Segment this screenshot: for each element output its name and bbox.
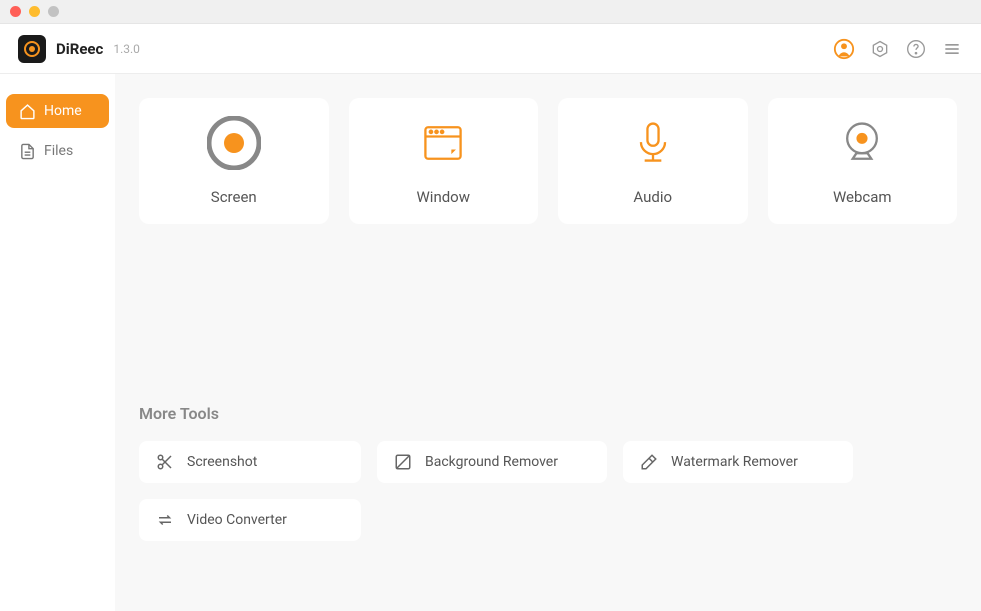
tool-label: Video Converter [187,512,287,528]
tool-video-converter[interactable]: Video Converter [139,499,361,541]
sidebar-item-home[interactable]: Home [6,94,109,128]
record-webcam-card[interactable]: Webcam [768,98,958,224]
card-label: Webcam [833,188,892,206]
more-tools-heading: More Tools [139,404,957,423]
card-label: Audio [633,188,672,206]
microphone-icon [626,116,680,170]
tool-label: Screenshot [187,454,257,470]
sidebar: Home Files [0,74,115,611]
tool-screenshot[interactable]: Screenshot [139,441,361,483]
window-close-button[interactable] [10,6,21,17]
tool-label: Background Remover [425,454,558,470]
user-icon[interactable] [833,38,855,60]
tool-background-remover[interactable]: Background Remover [377,441,607,483]
app-version: 1.3.0 [113,42,140,56]
record-audio-card[interactable]: Audio [558,98,748,224]
record-window-card[interactable]: Window [349,98,539,224]
app-name: DiReec [56,40,103,58]
app-header: DiReec 1.3.0 [0,24,981,74]
webcam-icon [835,116,889,170]
convert-icon [155,510,175,530]
titlebar [0,0,981,24]
window-icon [416,116,470,170]
background-remove-icon [393,452,413,472]
sidebar-item-label: Files [44,143,73,159]
window-maximize-button[interactable] [48,6,59,17]
app-logo [18,35,46,63]
screen-record-icon [207,116,261,170]
settings-icon[interactable] [869,38,891,60]
files-icon [18,142,36,160]
menu-icon[interactable] [941,38,963,60]
home-icon [18,102,36,120]
card-label: Screen [211,188,257,206]
card-label: Window [416,188,470,206]
scissors-icon [155,452,175,472]
main-content: Screen Window [115,74,981,611]
window-minimize-button[interactable] [29,6,40,17]
sidebar-item-files[interactable]: Files [6,134,109,168]
help-icon[interactable] [905,38,927,60]
sidebar-item-label: Home [44,103,82,119]
eraser-icon [639,452,659,472]
tool-watermark-remover[interactable]: Watermark Remover [623,441,853,483]
tool-label: Watermark Remover [671,454,798,470]
record-screen-card[interactable]: Screen [139,98,329,224]
